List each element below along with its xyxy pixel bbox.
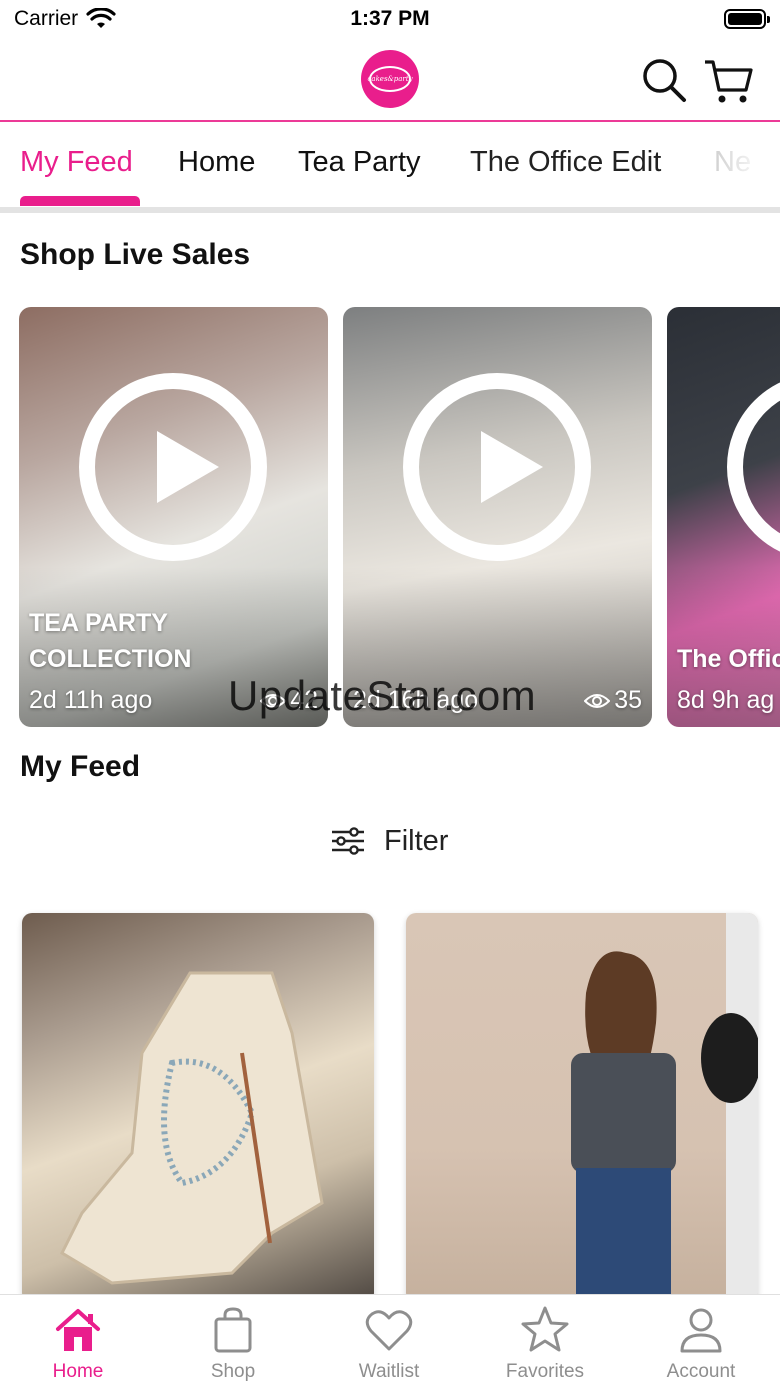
logo-text: cakes&party [367,75,413,83]
tab-bar-favorites[interactable]: Favorites [480,1305,610,1383]
eye-icon [584,693,611,708]
tab-bar-account[interactable]: Account [636,1305,766,1383]
live-sale-card[interactable]: TEA PARTY COLLECTION 2d 11h ago 42 [19,307,328,727]
filter-sliders-icon [332,827,364,855]
shopping-bag-icon [214,1307,252,1353]
tab-bar-account-label: Account [666,1361,736,1382]
tab-bar-favorites-label: Favorites [505,1361,585,1382]
tabs-fade [690,124,780,210]
app-header: cakes&party [0,40,780,122]
person-icon [680,1308,722,1353]
battery-icon [724,9,770,29]
view-count-value: 35 [614,686,642,714]
cart-icon[interactable] [702,54,754,106]
play-icon[interactable] [727,373,780,561]
tab-bar-home-label: Home [52,1361,104,1382]
tab-office-edit[interactable]: The Office Edit [470,146,661,179]
live-sale-card[interactable]: 2d 16h ago 35 [343,307,652,727]
star-icon [521,1306,569,1352]
product-image [571,913,758,1303]
status-bar: Carrier 1:37 PM [0,0,780,40]
filter-label: Filter [384,824,449,857]
tab-bar-waitlist-label: Waitlist [358,1361,420,1382]
tab-bar-home[interactable]: Home [13,1305,143,1383]
live-sale-title-line1: TEA PARTY [29,609,168,637]
live-sale-title-line2: COLLECTION [29,645,192,673]
feed-title: My Feed [20,750,141,783]
brand-logo[interactable]: cakes&party [361,50,419,108]
live-sale-time: 8d 9h ag [677,686,775,714]
home-icon [56,1309,100,1351]
live-sale-time: 2d 11h ago [29,686,153,714]
bottom-tab-bar: Home Shop Waitlist Favorites Account [0,1294,780,1387]
play-icon[interactable] [403,373,591,561]
tab-bar-shop-label: Shop [210,1361,256,1382]
tab-bar-shop[interactable]: Shop [168,1305,298,1383]
view-count: 35 [584,686,642,715]
filter-button[interactable]: Filter [330,820,448,862]
tab-my-feed[interactable]: My Feed [20,146,133,179]
active-tab-indicator [20,196,140,206]
watermark: UpdateStar.com [228,672,537,719]
product-image [60,971,324,1285]
live-sales-title: Shop Live Sales [20,238,251,271]
search-icon[interactable] [640,56,688,104]
heart-icon [365,1310,413,1351]
status-time: 1:37 PM [350,7,430,30]
tab-home[interactable]: Home [178,146,255,179]
live-sale-card[interactable]: The Offic 8d 9h ag [667,307,780,727]
live-sale-title-line2: The Offic [677,645,780,673]
tab-tea-party[interactable]: Tea Party [298,146,421,179]
tab-bar-waitlist[interactable]: Waitlist [324,1305,454,1383]
play-icon[interactable] [79,373,267,561]
product-card[interactable] [406,913,758,1303]
tabs-divider [0,207,780,213]
product-card[interactable] [22,913,374,1303]
category-tabs: My Feed Home Tea Party The Office Edit N… [0,124,780,210]
